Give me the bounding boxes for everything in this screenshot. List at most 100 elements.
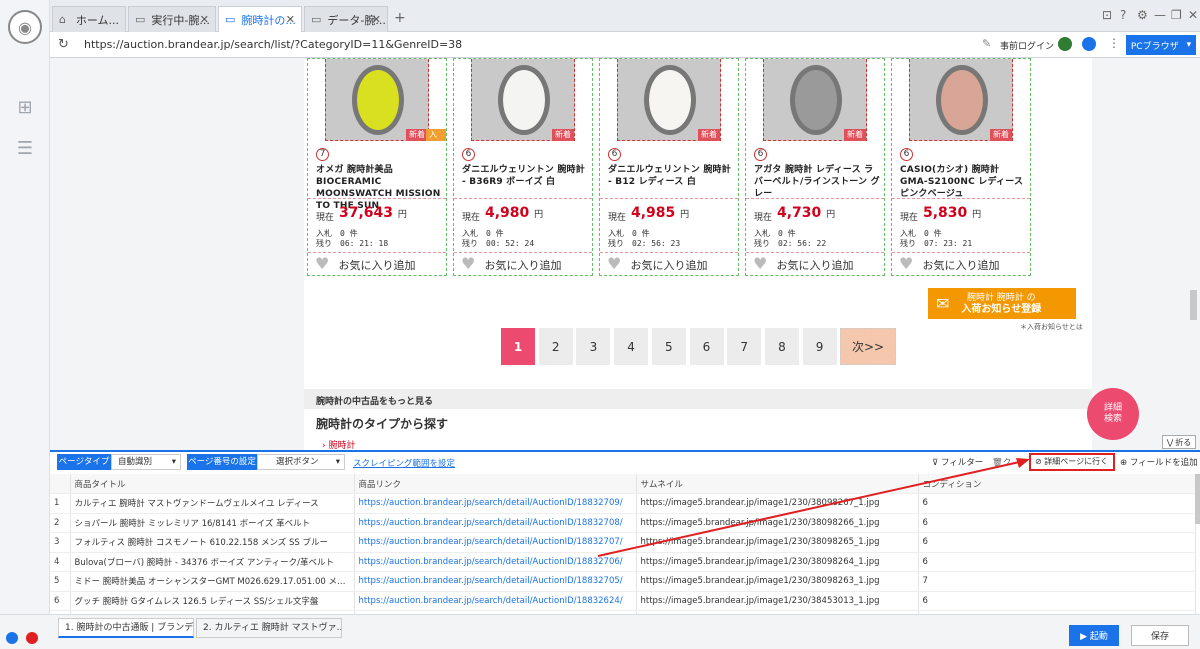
fold-button[interactable]: ⋁ 折る [1162, 435, 1196, 449]
page-button[interactable]: 9 [802, 328, 837, 365]
bottom-tab-1[interactable]: 1. 腕時計の中古通販 | ブランディ... [58, 618, 194, 638]
close-icon[interactable]: ✕ [372, 13, 381, 26]
clear-button[interactable]: 🗑ク [992, 456, 1011, 468]
link-cell[interactable]: https://auction.brandear.jp/search/detai… [354, 591, 637, 611]
title-cell[interactable]: Bulova(ブローバ) 腕時計 - 34376 ボーイズ アンティーク/革ベル… [70, 552, 355, 572]
product-card[interactable]: 新着 6 CASIO(カシオ) 腕時計 GMA-S2100NC レディース ピン… [891, 58, 1031, 276]
table-scrollbar[interactable] [1195, 474, 1200, 524]
add-favorite-button[interactable]: ♥ お気に入り追加 [892, 254, 1030, 276]
page-type-select[interactable]: 自動識別 ▾ [111, 454, 181, 470]
product-title[interactable]: ダニエルウェリントン 腕時計 - B36R9 ボーイズ 白 [462, 164, 590, 188]
condition-cell[interactable]: 6 [918, 552, 1196, 572]
thumbnail-cell[interactable]: https://image5.brandear.jp/image1/230/38… [636, 552, 919, 572]
thumbnail-cell[interactable]: https://image5.brandear.jp/image1/230/38… [636, 513, 919, 533]
table-row[interactable]: 2 ショパール 腕時計 ミッレミリア 16/8141 ボーイズ 革ベルト https… [50, 513, 1196, 533]
tab-data[interactable]: ▭ データ-腕... ✕ [304, 6, 388, 32]
row-number[interactable]: 3 [50, 532, 71, 553]
page-button[interactable]: 5 [651, 328, 686, 365]
tab-home[interactable]: ⌂ ホーム... [52, 6, 126, 32]
table-row[interactable]: 4 Bulova(ブローバ) 腕時計 - 34376 ボーイズ アンティーク/革ベ… [50, 552, 1196, 572]
thumbnail-cell[interactable]: https://image5.brandear.jp/image1/230/38… [636, 493, 919, 514]
table-row[interactable]: 1 カルティエ 腕時計 マストヴァンドームヴェルメイユ レディース https://… [50, 493, 1196, 514]
video-icon[interactable] [26, 632, 38, 644]
column-header[interactable] [50, 474, 71, 494]
page-button[interactable]: 2 [538, 328, 573, 365]
link-cell[interactable]: https://auction.brandear.jp/search/detai… [354, 493, 637, 514]
gift-icon[interactable]: ⊡ [1102, 8, 1112, 22]
thumbnail-cell[interactable]: https://image5.brandear.jp/image1/230/38… [636, 591, 919, 611]
start-button[interactable]: ▶ 起動 [1069, 625, 1119, 646]
row-number[interactable]: 4 [50, 552, 71, 572]
tab-watch-active[interactable]: ▭ 腕時計の... ✕ [218, 6, 302, 32]
title-cell[interactable]: フォルティス 腕時計 コスモノート 610.22.158 メンズ SS ブルー [70, 532, 355, 553]
row-number[interactable]: 1 [50, 493, 71, 514]
condition-cell[interactable]: 6 [918, 532, 1196, 553]
close-window-icon[interactable]: ✕ [1188, 8, 1198, 22]
bottom-tab-2[interactable]: 2. カルティエ 腕時計 マストヴァ... [196, 618, 342, 638]
notify-register-button[interactable]: ✉ 腕時計 腕時計 の 入荷お知らせ登録 [928, 288, 1076, 319]
condition-cell[interactable]: 6 [918, 493, 1196, 514]
title-cell[interactable]: ミドー 腕時計美品 オーシャンスターGMT M026.629.17.051.00… [70, 571, 355, 592]
link-cell[interactable]: https://auction.brandear.jp/search/detai… [354, 532, 637, 553]
add-favorite-button[interactable]: ♥ お気に入り追加 [746, 254, 884, 276]
row-number[interactable]: 5 [50, 571, 71, 592]
edit-icon[interactable]: ✎ [982, 37, 991, 50]
product-title[interactable]: ダニエルウェリントン 腕時計 - B12 レディース 白 [608, 164, 736, 188]
settings-icon[interactable]: ⚙ [1137, 8, 1148, 22]
tab-running[interactable]: ▭ 実行中-腕... ✕ [128, 6, 216, 32]
page-button[interactable]: 3 [576, 328, 611, 365]
page-button[interactable]: 4 [614, 328, 649, 365]
condition-cell[interactable]: 6 [918, 513, 1196, 533]
help-icon[interactable]: ? [1120, 8, 1126, 22]
column-header[interactable]: 商品リンク [354, 474, 637, 494]
link-cell[interactable]: https://auction.brandear.jp/search/detai… [354, 513, 637, 533]
save-button[interactable]: 保存 [1131, 625, 1189, 646]
layers-icon[interactable]: ☰ [14, 137, 36, 159]
column-header[interactable]: サムネイル [636, 474, 919, 494]
product-card[interactable]: 新着 6 ダニエルウェリントン 腕時計 - B36R9 ボーイズ 白 現在 4,… [453, 58, 593, 276]
link-cell[interactable]: https://auction.brandear.jp/search/detai… [354, 552, 637, 572]
title-cell[interactable]: ショパール 腕時計 ミッレミリア 16/8141 ボーイズ 革ベルト [70, 513, 355, 533]
url-field[interactable]: https://auction.brandear.jp/search/list/… [84, 38, 462, 51]
next-page-button[interactable]: 次>> [840, 328, 896, 365]
close-icon[interactable]: ✕ [200, 13, 209, 26]
notify-help-link[interactable]: ＊入荷お知らせとは [1020, 322, 1083, 332]
column-header[interactable]: コンディション [918, 474, 1196, 494]
title-cell[interactable]: グッチ 腕時計 Gタイムレス 126.5 レディース SS/シェル文字盤 [70, 591, 355, 611]
page-button[interactable]: 1 [501, 328, 535, 365]
row-number[interactable]: 6 [50, 591, 71, 611]
type-link[interactable]: › 腕時計 [322, 438, 355, 450]
more-menu-icon[interactable]: ⋮ [1108, 36, 1120, 50]
product-title[interactable]: CASIO(カシオ) 腕時計 GMA-S2100NC レディース ピンクベージュ [900, 164, 1028, 200]
add-field-button[interactable]: ⊕ フィールドを追加 [1120, 456, 1198, 468]
title-cell[interactable]: カルティエ 腕時計 マストヴァンドームヴェルメイユ レディース [70, 493, 355, 514]
condition-cell[interactable]: 7 [918, 571, 1196, 592]
go-to-detail-button[interactable]: ⊘ 詳細ページに行く [1029, 453, 1115, 471]
page-button[interactable]: 8 [764, 328, 799, 365]
product-card[interactable]: 新着 入荷 7 オメガ 腕時計美品 BIOCERAMIC MOONSWATCH M… [307, 58, 447, 276]
product-card[interactable]: 新着 6 ダニエルウェリントン 腕時計 - B12 レディース 白 現在 4,9… [599, 58, 739, 276]
link-cell[interactable]: https://auction.brandear.jp/search/detai… [354, 571, 637, 592]
row-number[interactable]: 2 [50, 513, 71, 533]
close-icon[interactable]: ✕ [286, 13, 295, 26]
thumbnail-cell[interactable]: https://image5.brandear.jp/image1/230/38… [636, 571, 919, 592]
page-scrollbar[interactable] [1190, 290, 1197, 320]
add-favorite-button[interactable]: ♥ お気に入り追加 [308, 254, 446, 276]
new-tab-icon[interactable]: + [394, 10, 406, 26]
product-card[interactable]: 新着 6 アガタ 腕時計 レディース ラバーベルト/ラインストーン グレー 現在… [745, 58, 885, 276]
pc-browser-dropdown[interactable]: PCブラウザ ▾ [1126, 35, 1196, 55]
minimize-icon[interactable]: — [1154, 8, 1166, 22]
filter-button[interactable]: ⊽ フィルター [932, 456, 983, 468]
page-number-select[interactable]: 選択ボタン ▾ [257, 454, 345, 470]
product-title[interactable]: アガタ 腕時計 レディース ラバーベルト/ラインストーン グレー [754, 164, 882, 200]
reload-icon[interactable]: ↻ [58, 37, 69, 52]
add-favorite-button[interactable]: ♥ お気に入り追加 [600, 254, 738, 276]
condition-cell[interactable]: 6 [918, 591, 1196, 611]
thumbnail-cell[interactable]: https://image5.brandear.jp/image1/230/38… [636, 532, 919, 553]
login-button[interactable]: 事前ログイン [1000, 39, 1054, 52]
table-row[interactable]: 5 ミドー 腕時計美品 オーシャンスターGMT M026.629.17.051.0… [50, 571, 1196, 592]
add-favorite-button[interactable]: ♥ お気に入り追加 [454, 254, 592, 276]
new-task-icon[interactable]: ⊞ [14, 96, 36, 118]
user-icon[interactable] [1082, 37, 1096, 51]
table-row[interactable]: 3 フォルティス 腕時計 コスモノート 610.22.158 メンズ SS ブルー… [50, 532, 1196, 553]
